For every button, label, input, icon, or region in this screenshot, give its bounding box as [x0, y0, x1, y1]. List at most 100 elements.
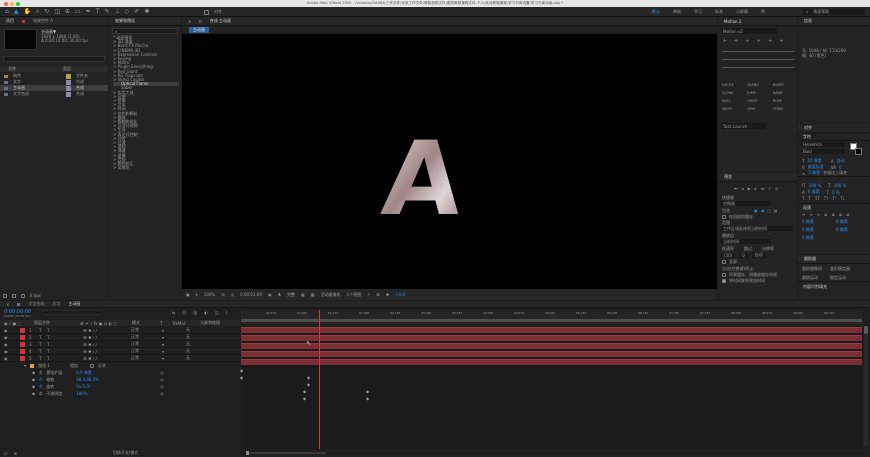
layer-bar[interactable] — [241, 327, 862, 333]
timeline-search-input[interactable] — [42, 310, 102, 315]
timeline-scrollbar[interactable] — [864, 326, 868, 446]
property-row[interactable]: ◆ ⏱ 旋转 0x-5.0° ◎ — [0, 383, 240, 390]
fullscreen-checkbox[interactable] — [722, 260, 726, 264]
fast-preview-icon[interactable]: ⚡ — [367, 292, 370, 297]
parent-select[interactable]: 无 — [186, 355, 190, 361]
warp-stabilizer-button[interactable]: 变形稳定器 — [830, 266, 850, 272]
trkmat-select[interactable]: ▾ — [162, 335, 182, 340]
burst-button[interactable]: BURST — [773, 83, 796, 87]
rect-tool-icon[interactable]: ▭ — [75, 9, 81, 15]
anchor-icon[interactable]: ✛ — [757, 38, 760, 43]
label-color[interactable] — [20, 341, 25, 347]
table-row[interactable]: ◉ 4 T T ⌘ ✱ ∕ ∕ 正常 ▾ 无 — [0, 348, 240, 355]
col-type[interactable]: 类型 — [63, 66, 71, 72]
all-caps-button[interactable]: TT — [815, 196, 820, 201]
layer-mode[interactable]: 正常 — [131, 355, 158, 361]
workspace-standard[interactable]: 标准 — [715, 9, 723, 15]
visibility-icon[interactable]: ◉ — [4, 356, 16, 361]
table-row[interactable]: ◉ 3 T T ⌘ ✱ ∕ ∕ 正常 ▾ 无 — [0, 341, 240, 348]
property-link-icon[interactable]: ◎ — [160, 377, 164, 382]
col-parent[interactable]: 父级和链接 — [200, 320, 220, 326]
puppet-tool-icon[interactable]: ✱ — [144, 9, 149, 15]
stopwatch-icon[interactable]: ⏱ — [39, 370, 42, 375]
keyframe-diamond[interactable]: ◆ — [303, 396, 306, 401]
project-search-input[interactable] — [3, 56, 105, 62]
close-icon[interactable]: ✕ — [188, 19, 191, 24]
home-icon[interactable]: ⌂ — [5, 9, 9, 15]
prev-frame-icon[interactable]: ◂ — [742, 186, 744, 191]
eraser-tool-icon[interactable]: ◇ — [125, 9, 130, 15]
cache-checkbox[interactable] — [722, 215, 726, 219]
tsume-value[interactable]: 0 % — [832, 190, 840, 195]
lock-icon[interactable]: ⌷ — [199, 19, 201, 24]
region-icon[interactable]: ▦ — [301, 292, 305, 297]
clone-button[interactable]: CLONE — [722, 91, 745, 95]
property-row[interactable]: ◆ ⏱ 蒙版扩展 0.0 像素 ◎ — [0, 369, 240, 376]
stopwatch-icon[interactable]: ⏱ — [39, 391, 42, 396]
property-value[interactable]: 0x-5.0° — [76, 384, 156, 389]
shy-icon[interactable]: ☺ — [182, 310, 186, 315]
mask-invert-checkbox[interactable] — [90, 363, 95, 368]
new-folder-icon[interactable] — [12, 293, 16, 298]
parent-select[interactable]: 无 — [186, 341, 190, 347]
tab-info[interactable]: 信息 — [804, 18, 812, 24]
tab-composition[interactable]: 合成 主动画 — [210, 18, 231, 24]
expand-icon[interactable]: ⊞ — [14, 451, 17, 456]
current-time-indicator[interactable] — [319, 310, 320, 449]
label-color[interactable] — [20, 327, 25, 333]
layer-switches[interactable]: ⌘ ✱ ∕ ∕ — [83, 335, 127, 340]
table-row[interactable]: ◉ 2 T T ⌘ ✱ ∕ ∕ 正常 ▾ 无 — [0, 334, 240, 341]
label-color[interactable] — [20, 334, 25, 340]
property-link-icon[interactable]: ◎ — [160, 370, 164, 375]
include-layers-toggle[interactable]: ▤ — [774, 208, 778, 213]
justify-right-icon[interactable]: ≣ — [839, 212, 842, 217]
zoom-handle[interactable] — [246, 451, 249, 455]
superscript-button[interactable]: T¹ — [833, 196, 837, 201]
mask-name[interactable]: 路径 1 — [38, 363, 66, 369]
faux-bold-button[interactable]: T — [802, 196, 804, 201]
rotate-tool-icon[interactable]: ↻ — [44, 9, 49, 15]
property-value[interactable]: 100% — [76, 391, 156, 396]
tab-text[interactable]: 文字 — [52, 301, 60, 307]
font-style-select[interactable]: Bold — [801, 149, 845, 154]
play-from-select[interactable]: 当前时间 — [721, 239, 771, 244]
blend-button[interactable]: BLEND — [747, 83, 770, 87]
layer-bar[interactable] — [241, 343, 862, 349]
workspace-learn[interactable]: 学习 — [694, 9, 702, 15]
justify-center-icon[interactable]: ≣ — [831, 212, 834, 217]
stopwatch-icon[interactable]: ⏱ — [39, 377, 42, 382]
resolution-select[interactable]: 自动 — [751, 252, 766, 258]
loop-icon[interactable]: ⟲ — [775, 186, 778, 191]
vertical-scale-value[interactable]: 100 % — [809, 183, 822, 188]
first-frame-icon[interactable]: ⏮ — [734, 186, 738, 191]
small-caps-button[interactable]: Tт — [824, 196, 829, 201]
tab-motion2[interactable]: Motion 2 — [724, 19, 741, 24]
keyframe-nav-icon[interactable]: ◆ — [32, 391, 35, 396]
orbit-button[interactable]: ORBIT — [747, 99, 770, 103]
breadcrumb-item[interactable]: 主动画 — [189, 27, 209, 33]
last-frame-icon[interactable]: ⏭ — [761, 186, 765, 191]
snap-checkbox[interactable] — [204, 9, 209, 15]
close-icon[interactable]: ✕ — [6, 302, 9, 307]
tab-main[interactable]: 主动画 — [68, 301, 80, 307]
label-color[interactable] — [20, 355, 25, 361]
timeline-zoom-slider[interactable] — [246, 451, 326, 455]
task-launch-select[interactable]: Task Launch — [721, 123, 766, 129]
col-trkmat[interactable]: TrkMat — [172, 321, 194, 326]
layer-mode[interactable]: 正常 — [131, 341, 158, 347]
new-comp-icon[interactable] — [21, 293, 25, 298]
flowchart-icon[interactable]: ⌘ — [376, 292, 380, 297]
camera-tool-icon[interactable]: ◫ — [54, 9, 60, 15]
parent-select[interactable]: 无 — [186, 327, 190, 333]
col-mode[interactable]: 模式 — [132, 320, 154, 326]
keyframe-diamond[interactable]: ◆ — [240, 375, 243, 380]
graph-editor-icon[interactable]: ◫ — [215, 310, 219, 315]
work-area-bar[interactable] — [241, 319, 862, 322]
effects-search-input[interactable]: ⌕ — [112, 28, 178, 34]
justify-all-icon[interactable]: ≣ — [846, 212, 849, 217]
anchor-icon[interactable]: ✛ — [734, 38, 737, 43]
range-select[interactable]: 工作区域延伸到当前时间 — [721, 226, 793, 231]
layer-switches[interactable]: ⌘ ✱ ∕ ∕ — [83, 328, 127, 333]
interpret-icon[interactable] — [3, 293, 7, 298]
selection-tool-icon[interactable]: ▲ — [14, 9, 19, 15]
